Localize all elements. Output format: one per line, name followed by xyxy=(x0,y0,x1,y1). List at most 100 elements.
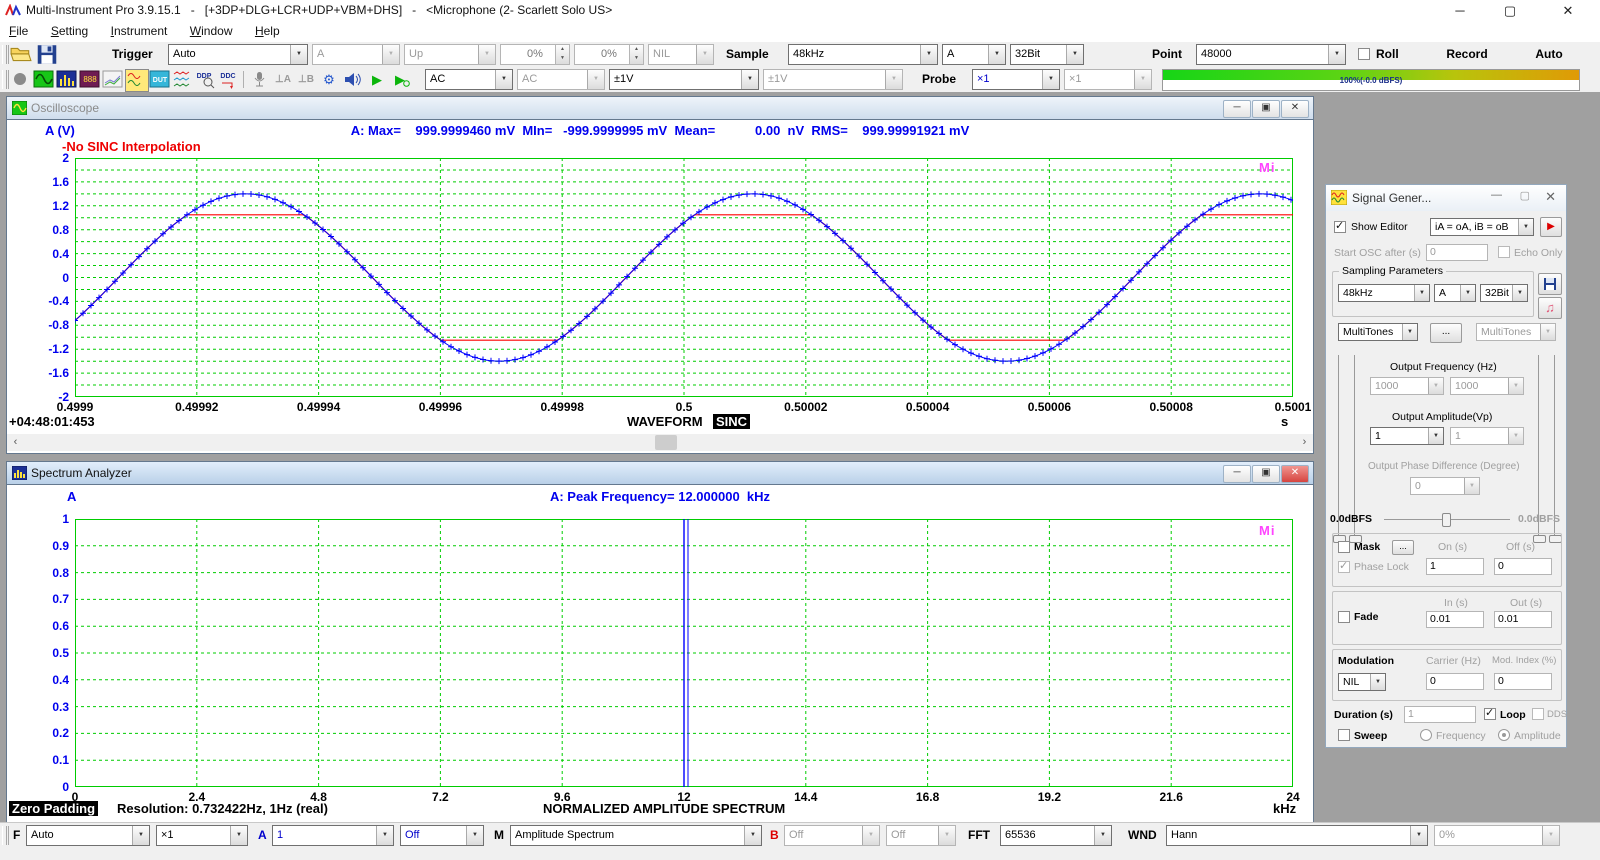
fade-checkbox[interactable] xyxy=(1338,611,1350,623)
minimize-icon[interactable]: — xyxy=(1491,189,1502,201)
menu-help[interactable]: Help xyxy=(246,22,289,40)
waveform-a-select[interactable]: MultiTones▼ xyxy=(1338,323,1418,341)
derived-data-series-icon[interactable] xyxy=(172,69,194,90)
chevron-down-icon[interactable]: ▼ xyxy=(1328,45,1345,64)
sinc-mode-badge[interactable]: SINC xyxy=(713,414,750,429)
loop-checkbox[interactable] xyxy=(1484,708,1496,720)
oscilloscope-scrollbar[interactable]: ‹ › xyxy=(7,434,1313,451)
spinner-arrows-icon[interactable]: ▲▼ xyxy=(555,45,569,64)
mask-on-input[interactable]: 1 xyxy=(1426,558,1484,575)
ddp-viewer-icon[interactable]: DDP xyxy=(195,69,217,90)
freq-multiplier-select[interactable]: ×1▼ xyxy=(156,825,248,846)
gen-channel-select[interactable]: A▼ xyxy=(1434,284,1476,302)
chevron-down-icon[interactable]: ▼ xyxy=(1518,219,1533,235)
chevron-down-icon[interactable]: ▼ xyxy=(1512,285,1527,301)
speaker-icon[interactable] xyxy=(341,69,363,90)
chevron-down-icon[interactable]: ▼ xyxy=(920,45,937,64)
show-editor-checkbox[interactable] xyxy=(1334,221,1346,233)
chevron-down-icon[interactable]: ▼ xyxy=(495,70,512,89)
open-file-icon[interactable] xyxy=(10,44,32,65)
chevron-down-icon[interactable]: ▼ xyxy=(1370,674,1385,690)
gen-bit-depth-select[interactable]: 32Bit▼ xyxy=(1480,284,1528,302)
spectrum-analyzer-icon[interactable] xyxy=(56,69,78,90)
a-gain-select[interactable]: 1▼ xyxy=(272,825,394,846)
generator-play-icon[interactable]: ▶ xyxy=(1540,217,1562,237)
chevron-down-icon[interactable]: ▼ xyxy=(1428,428,1443,444)
sampling-channel-select[interactable]: A▼ xyxy=(942,44,1006,65)
mod-index-input[interactable]: 0 xyxy=(1494,673,1552,690)
fft-size-select[interactable]: 65536▼ xyxy=(1000,825,1112,846)
measurement-mode-select[interactable]: Amplitude Spectrum▼ xyxy=(510,825,762,846)
mask-checkbox[interactable] xyxy=(1338,541,1350,553)
maximize-icon[interactable]: ▢ xyxy=(1488,0,1532,22)
sweep-checkbox[interactable] xyxy=(1338,729,1350,741)
fade-in-input[interactable]: 0.01 xyxy=(1426,611,1484,628)
microphone-icon[interactable] xyxy=(249,69,271,90)
minimize-icon[interactable]: ─ xyxy=(1438,0,1482,22)
save-icon[interactable] xyxy=(36,44,58,65)
scroll-left-icon[interactable]: ‹ xyxy=(7,434,24,451)
chevron-down-icon[interactable]: ▼ xyxy=(1402,324,1417,340)
trigger-level-spinner[interactable]: 0%▲▼ xyxy=(500,44,570,65)
spectrum-titlebar[interactable]: Spectrum Analyzer ─ ▣ ✕ xyxy=(7,462,1313,484)
record-length-select[interactable]: 48000▼ xyxy=(1196,44,1346,65)
chevron-down-icon[interactable]: ▼ xyxy=(132,826,149,845)
gen-sampling-rate-select[interactable]: 48kHz▼ xyxy=(1338,284,1430,302)
modulation-select[interactable]: NIL▼ xyxy=(1338,673,1386,691)
mask-off-input[interactable]: 0 xyxy=(1494,558,1552,575)
trigger-position-spinner[interactable]: 0%▲▼ xyxy=(574,44,644,65)
sampling-rate-select[interactable]: 48kHz▼ xyxy=(788,44,938,65)
gen-save-icon[interactable] xyxy=(1538,273,1562,295)
minimize-icon[interactable]: ─ xyxy=(1223,100,1251,118)
chevron-down-icon[interactable]: ▼ xyxy=(988,45,1005,64)
restore-icon[interactable]: ▣ xyxy=(1252,465,1280,483)
device-test-plan-icon[interactable]: DUT xyxy=(149,69,171,90)
chevron-down-icon[interactable]: ▼ xyxy=(741,70,758,89)
close-icon[interactable]: ✕ xyxy=(1281,100,1309,118)
oscilloscope-titlebar[interactable]: Oscilloscope ─ ▣ ✕ xyxy=(7,97,1313,119)
fade-out-input[interactable]: 0.01 xyxy=(1494,611,1552,628)
mask-browse-button[interactable]: ... xyxy=(1392,540,1414,555)
chevron-down-icon[interactable]: ▼ xyxy=(1094,826,1111,845)
balance-slider-handle[interactable] xyxy=(1442,513,1451,527)
bit-resolution-select[interactable]: 32Bit▼ xyxy=(1010,44,1084,65)
a-processing-select[interactable]: Off▼ xyxy=(400,825,484,846)
play-icon[interactable]: ▶ xyxy=(366,69,388,90)
zero-padding-badge[interactable]: Zero Padding xyxy=(9,801,98,816)
routing-select[interactable]: iA = oA, iB = oB▼ xyxy=(1430,218,1534,236)
amplitude-a-select[interactable]: 1▼ xyxy=(1370,427,1444,445)
roll-checkbox[interactable] xyxy=(1358,48,1370,60)
chevron-down-icon[interactable]: ▼ xyxy=(1042,70,1059,89)
chevron-down-icon[interactable]: ▼ xyxy=(230,826,247,845)
window-function-select[interactable]: Hann▼ xyxy=(1166,825,1428,846)
calibration-tool-icon[interactable]: ⚙ xyxy=(318,69,340,90)
restore-icon[interactable]: ▣ xyxy=(1252,100,1280,118)
menu-setting[interactable]: Setting xyxy=(42,22,97,40)
spectrum-3d-plot-icon[interactable] xyxy=(102,69,124,90)
scrollbar-thumb[interactable] xyxy=(655,435,677,450)
spinner-arrows-icon[interactable]: ▲▼ xyxy=(629,45,643,64)
coupling-a-select[interactable]: AC▼ xyxy=(425,69,513,90)
ddc-icon[interactable]: DDC xyxy=(218,69,240,90)
menu-file[interactable]: File xyxy=(0,22,37,40)
menu-window[interactable]: Window xyxy=(181,22,242,40)
multimeter-icon[interactable]: 888 xyxy=(79,69,101,90)
waveform-browse-button[interactable]: ... xyxy=(1430,323,1462,343)
range-a-select[interactable]: ±1V▼ xyxy=(609,69,759,90)
oscilloscope-plot[interactable] xyxy=(75,158,1293,397)
probe-a-select[interactable]: ×1▼ xyxy=(972,69,1060,90)
close-icon[interactable]: ✕ xyxy=(1546,0,1590,22)
chevron-down-icon[interactable]: ▼ xyxy=(744,826,761,845)
chevron-down-icon[interactable]: ▼ xyxy=(290,45,307,64)
record-indicator-icon[interactable] xyxy=(10,69,32,90)
spectrum-plot[interactable] xyxy=(75,519,1293,787)
chevron-down-icon[interactable]: ▼ xyxy=(376,826,393,845)
close-icon[interactable]: ✕ xyxy=(1545,189,1556,205)
chevron-down-icon[interactable]: ▼ xyxy=(466,826,483,845)
oscilloscope-icon[interactable] xyxy=(33,69,55,90)
maximize-icon[interactable]: ▢ xyxy=(1520,189,1530,202)
data-logger-icon[interactable] xyxy=(125,69,149,92)
chevron-down-icon[interactable]: ▼ xyxy=(1414,285,1429,301)
carrier-input[interactable]: 0 xyxy=(1426,673,1484,690)
gen-music-note-icon[interactable]: ♫ xyxy=(1538,297,1562,319)
